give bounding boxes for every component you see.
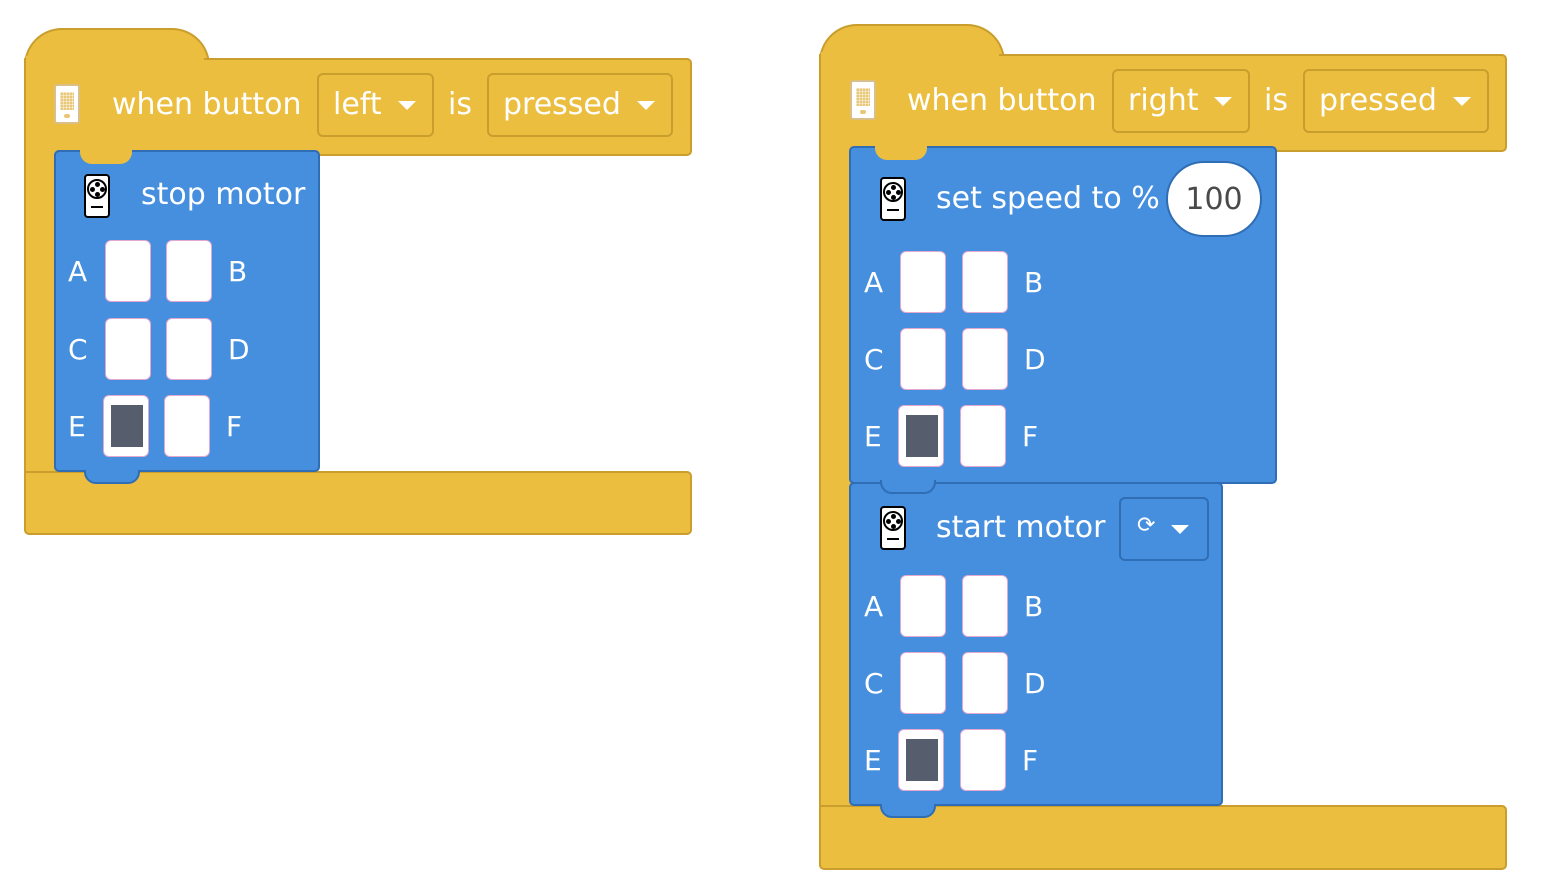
set-speed-label: set speed to % — [936, 181, 1160, 216]
speed-value-input[interactable]: 100 — [1166, 161, 1262, 237]
port-c-toggle[interactable] — [900, 652, 946, 714]
port-a-toggle[interactable] — [900, 251, 946, 313]
is-label: is — [448, 87, 472, 122]
port-label-e: E — [864, 420, 882, 453]
hat-block-spine — [24, 148, 58, 478]
port-label-b: B — [228, 255, 248, 288]
start-motor-label: start motor — [936, 510, 1106, 545]
hub-icon — [850, 80, 876, 120]
chevron-down-icon — [1453, 97, 1471, 106]
port-label-a: A — [864, 266, 884, 299]
button-select-value: left — [333, 87, 382, 122]
when-button-label: when button — [112, 87, 302, 122]
chevron-down-icon — [398, 101, 416, 110]
hub-icon — [54, 84, 80, 124]
clockwise-arrow-icon: ⟳ — [1137, 513, 1156, 538]
block-bottom-notch — [84, 470, 140, 484]
direction-dropdown[interactable]: ⟳ — [1119, 497, 1209, 561]
motor-icon — [880, 177, 906, 221]
motor-icon — [880, 506, 906, 550]
button-state-value: pressed — [503, 87, 621, 122]
port-label-e: E — [68, 410, 86, 443]
block-bottom-notch — [880, 480, 936, 494]
port-label-c: C — [68, 333, 88, 366]
port-b-toggle[interactable] — [962, 575, 1008, 637]
port-label-c: C — [864, 343, 884, 376]
hat-cap-join — [821, 52, 999, 58]
port-label-c: C — [864, 667, 884, 700]
port-d-toggle[interactable] — [962, 328, 1008, 390]
port-label-d: D — [1024, 343, 1046, 376]
port-c-toggle[interactable] — [900, 328, 946, 390]
port-b-toggle[interactable] — [962, 251, 1008, 313]
port-label-e: E — [864, 744, 882, 777]
port-b-toggle[interactable] — [166, 240, 212, 302]
port-a-toggle[interactable] — [900, 575, 946, 637]
port-d-toggle[interactable] — [962, 652, 1008, 714]
port-label-b: B — [1024, 266, 1044, 299]
chevron-down-icon — [1171, 525, 1189, 534]
button-state-value: pressed — [1319, 83, 1437, 118]
port-label-d: D — [228, 333, 250, 366]
button-state-dropdown[interactable]: pressed — [1303, 69, 1489, 133]
speed-value: 100 — [1185, 181, 1243, 217]
block-top-notch — [875, 146, 927, 160]
chevron-down-icon — [1214, 97, 1232, 106]
port-label-f: F — [1022, 744, 1039, 777]
is-label: is — [1264, 83, 1288, 118]
port-label-a: A — [864, 590, 884, 623]
hat-cap-join — [26, 56, 204, 62]
port-a-toggle[interactable] — [105, 240, 151, 302]
port-label-d: D — [1024, 667, 1046, 700]
block-bottom-notch — [880, 804, 936, 818]
stop-motor-label: stop motor — [141, 177, 306, 212]
block-top-notch — [80, 150, 132, 164]
button-select-dropdown[interactable]: right — [1112, 69, 1250, 133]
port-e-toggle[interactable] — [898, 405, 944, 467]
port-label-b: B — [1024, 590, 1044, 623]
chevron-down-icon — [637, 101, 655, 110]
port-label-f: F — [226, 410, 243, 443]
port-e-toggle[interactable] — [898, 729, 944, 791]
port-label-a: A — [68, 255, 88, 288]
port-c-toggle[interactable] — [105, 318, 151, 380]
hat-block-spine — [819, 144, 853, 812]
port-d-toggle[interactable] — [166, 318, 212, 380]
port-f-toggle[interactable] — [960, 729, 1006, 791]
button-select-dropdown[interactable]: left — [317, 73, 434, 137]
motor-icon — [84, 174, 110, 218]
port-label-f: F — [1022, 420, 1039, 453]
port-f-toggle[interactable] — [164, 395, 210, 457]
port-f-toggle[interactable] — [960, 405, 1006, 467]
port-e-toggle[interactable] — [103, 395, 149, 457]
button-select-value: right — [1128, 83, 1199, 118]
when-button-label: when button — [907, 83, 1097, 118]
button-state-dropdown[interactable]: pressed — [487, 73, 673, 137]
